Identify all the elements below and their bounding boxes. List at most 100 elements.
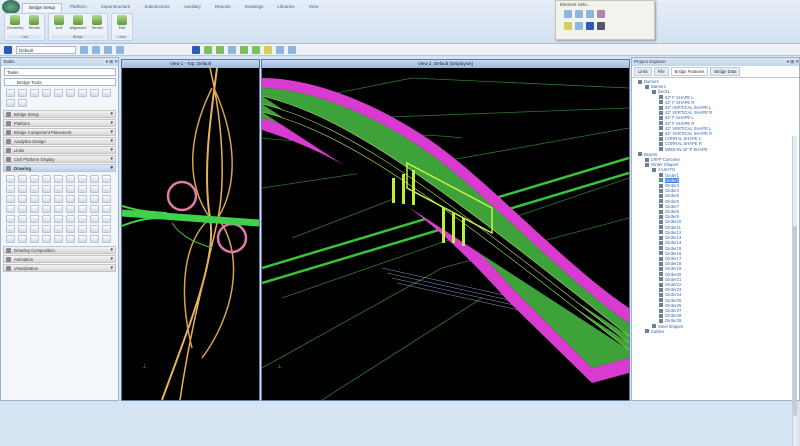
bridge-tool-icon[interactable] — [90, 89, 99, 97]
tab-drawings[interactable]: Drawings — [239, 3, 270, 12]
drawing-tool-icon[interactable] — [6, 235, 15, 243]
drawing-tool-icon[interactable] — [54, 185, 63, 193]
drawing-tool-icon[interactable] — [78, 205, 87, 213]
drawing-tool-icon[interactable] — [42, 215, 51, 223]
drawing-tool-icon[interactable] — [66, 215, 75, 223]
fence-icon[interactable] — [575, 10, 583, 18]
drawing-tool-icon[interactable] — [66, 195, 75, 203]
drawing-tool-icon[interactable] — [42, 185, 51, 193]
drawing-tool-icon[interactable] — [54, 195, 63, 203]
section-links[interactable]: Links — [3, 146, 116, 154]
drawing-tool-icon[interactable] — [30, 225, 39, 233]
drawing-tool-icon[interactable] — [30, 205, 39, 213]
rotate-icon[interactable] — [240, 45, 248, 54]
bridge-tool-icon[interactable] — [66, 89, 75, 97]
drawing-tool-icon[interactable] — [30, 195, 39, 203]
drawing-tool-icon[interactable] — [54, 205, 63, 213]
application-button[interactable] — [2, 0, 20, 14]
section-bridge-component-placement[interactable]: Bridge Component Placement — [3, 128, 116, 136]
drawing-tool-icon[interactable] — [90, 185, 99, 193]
bridge-tool-icon[interactable] — [42, 89, 51, 97]
drawing-tool-icon[interactable] — [42, 205, 51, 213]
tree-scrollbar[interactable] — [792, 136, 797, 446]
drawing-tool-icon[interactable] — [18, 185, 27, 193]
tab-bridge-features[interactable]: Bridge Features — [670, 67, 709, 76]
drawing-tool-icon[interactable] — [78, 195, 87, 203]
edit-button[interactable]: Edit — [114, 15, 130, 35]
drawing-tool-icon[interactable] — [42, 235, 51, 243]
drawing-tool-icon[interactable] — [18, 175, 27, 183]
unit-button[interactable]: Unit — [51, 15, 67, 35]
tasks-dropdown[interactable]: Tasks — [4, 68, 116, 76]
line-select-icon[interactable] — [586, 10, 594, 18]
drawing-tool-icon[interactable] — [54, 175, 63, 183]
render-icon[interactable] — [264, 45, 272, 54]
drawing-tool-icon[interactable] — [78, 235, 87, 243]
drawing-tool-icon[interactable] — [102, 225, 111, 233]
section-platform[interactable]: Platform — [3, 119, 116, 127]
section-civil-platform-display[interactable]: Civil Platform Display — [3, 155, 116, 163]
drawing-tool-icon[interactable] — [42, 175, 51, 183]
tab-bridge-data[interactable]: Bridge Data — [710, 67, 741, 76]
clear-icon[interactable] — [597, 22, 605, 30]
section-drawing[interactable]: Drawing — [3, 164, 116, 172]
drawing-tool-icon[interactable] — [90, 215, 99, 223]
tab-libraries[interactable]: Libraries — [271, 3, 300, 12]
drawing-tool-icon[interactable] — [30, 175, 39, 183]
drawing-tool-icon[interactable] — [66, 235, 75, 243]
drawing-tool-icon[interactable] — [54, 215, 63, 223]
drawing-tool-icon[interactable] — [66, 205, 75, 213]
bridge-tool-icon[interactable] — [18, 89, 27, 97]
drawing-tool-icon[interactable] — [6, 195, 15, 203]
bridge-tool-icon[interactable] — [102, 89, 111, 97]
bridge-tool-icon[interactable] — [6, 89, 15, 97]
drawing-tool-icon[interactable] — [90, 195, 99, 203]
linestyle-icon[interactable] — [92, 45, 100, 54]
drawing-tool-icon[interactable] — [90, 225, 99, 233]
drawing-tool-icon[interactable] — [18, 205, 27, 213]
zoom-out-icon[interactable] — [216, 45, 224, 54]
fit-view-icon[interactable] — [228, 45, 236, 54]
drawing-tool-icon[interactable] — [66, 225, 75, 233]
view-icon[interactable] — [192, 45, 200, 54]
3d-view-canvas[interactable]: ⊥ — [261, 68, 630, 401]
view-previous-icon[interactable] — [288, 45, 296, 54]
drawing-tool-icon[interactable] — [54, 225, 63, 233]
drawing-tool-icon[interactable] — [66, 175, 75, 183]
drawing-tool-icon[interactable] — [54, 235, 63, 243]
drawing-tool-icon[interactable] — [78, 185, 87, 193]
window-area-icon[interactable] — [276, 45, 284, 54]
panel-controls[interactable]: ▾ ⊞ ✕ — [787, 58, 799, 66]
drawing-tool-icon[interactable] — [18, 225, 27, 233]
section-animation[interactable]: Animation — [3, 255, 116, 263]
tab-substructure[interactable]: Substructure — [138, 3, 176, 12]
tab-view[interactable]: View — [303, 3, 325, 12]
plan-view-canvas[interactable]: ⊥ — [121, 67, 260, 401]
settings-icon[interactable] — [597, 10, 605, 18]
drawing-tool-icon[interactable] — [30, 215, 39, 223]
view-2[interactable]: View 2, Default (Displayset) ⊥ — [261, 59, 630, 401]
drawing-tool-icon[interactable] — [66, 185, 75, 193]
drawing-tool-icon[interactable] — [90, 235, 99, 243]
drawing-tool-icon[interactable] — [102, 215, 111, 223]
section-visualization[interactable]: Visualization — [3, 264, 116, 272]
level-select[interactable]: Default — [16, 45, 76, 54]
drawing-tool-icon[interactable] — [42, 225, 51, 233]
drawing-tool-icon[interactable] — [102, 185, 111, 193]
tab-superstructure[interactable]: Superstructure — [95, 3, 137, 12]
subtract-icon[interactable] — [575, 22, 583, 30]
drawing-tool-icon[interactable] — [102, 195, 111, 203]
drawing-tool-icon[interactable] — [78, 175, 87, 183]
drawing-tool-icon[interactable] — [6, 215, 15, 223]
select-icon[interactable] — [564, 10, 572, 18]
panel-controls[interactable]: ▾ ⊞ ✕ — [106, 58, 118, 66]
add-icon[interactable] — [564, 22, 572, 30]
alignment-button[interactable]: Alignment — [70, 15, 86, 35]
zoom-in-icon[interactable] — [204, 45, 212, 54]
invert-icon[interactable] — [586, 22, 594, 30]
weight-icon[interactable] — [104, 45, 112, 54]
drawing-tool-icon[interactable] — [42, 195, 51, 203]
drawing-tool-icon[interactable] — [102, 205, 111, 213]
drawing-tool-icon[interactable] — [18, 195, 27, 203]
tab-file[interactable]: File — [653, 67, 669, 76]
